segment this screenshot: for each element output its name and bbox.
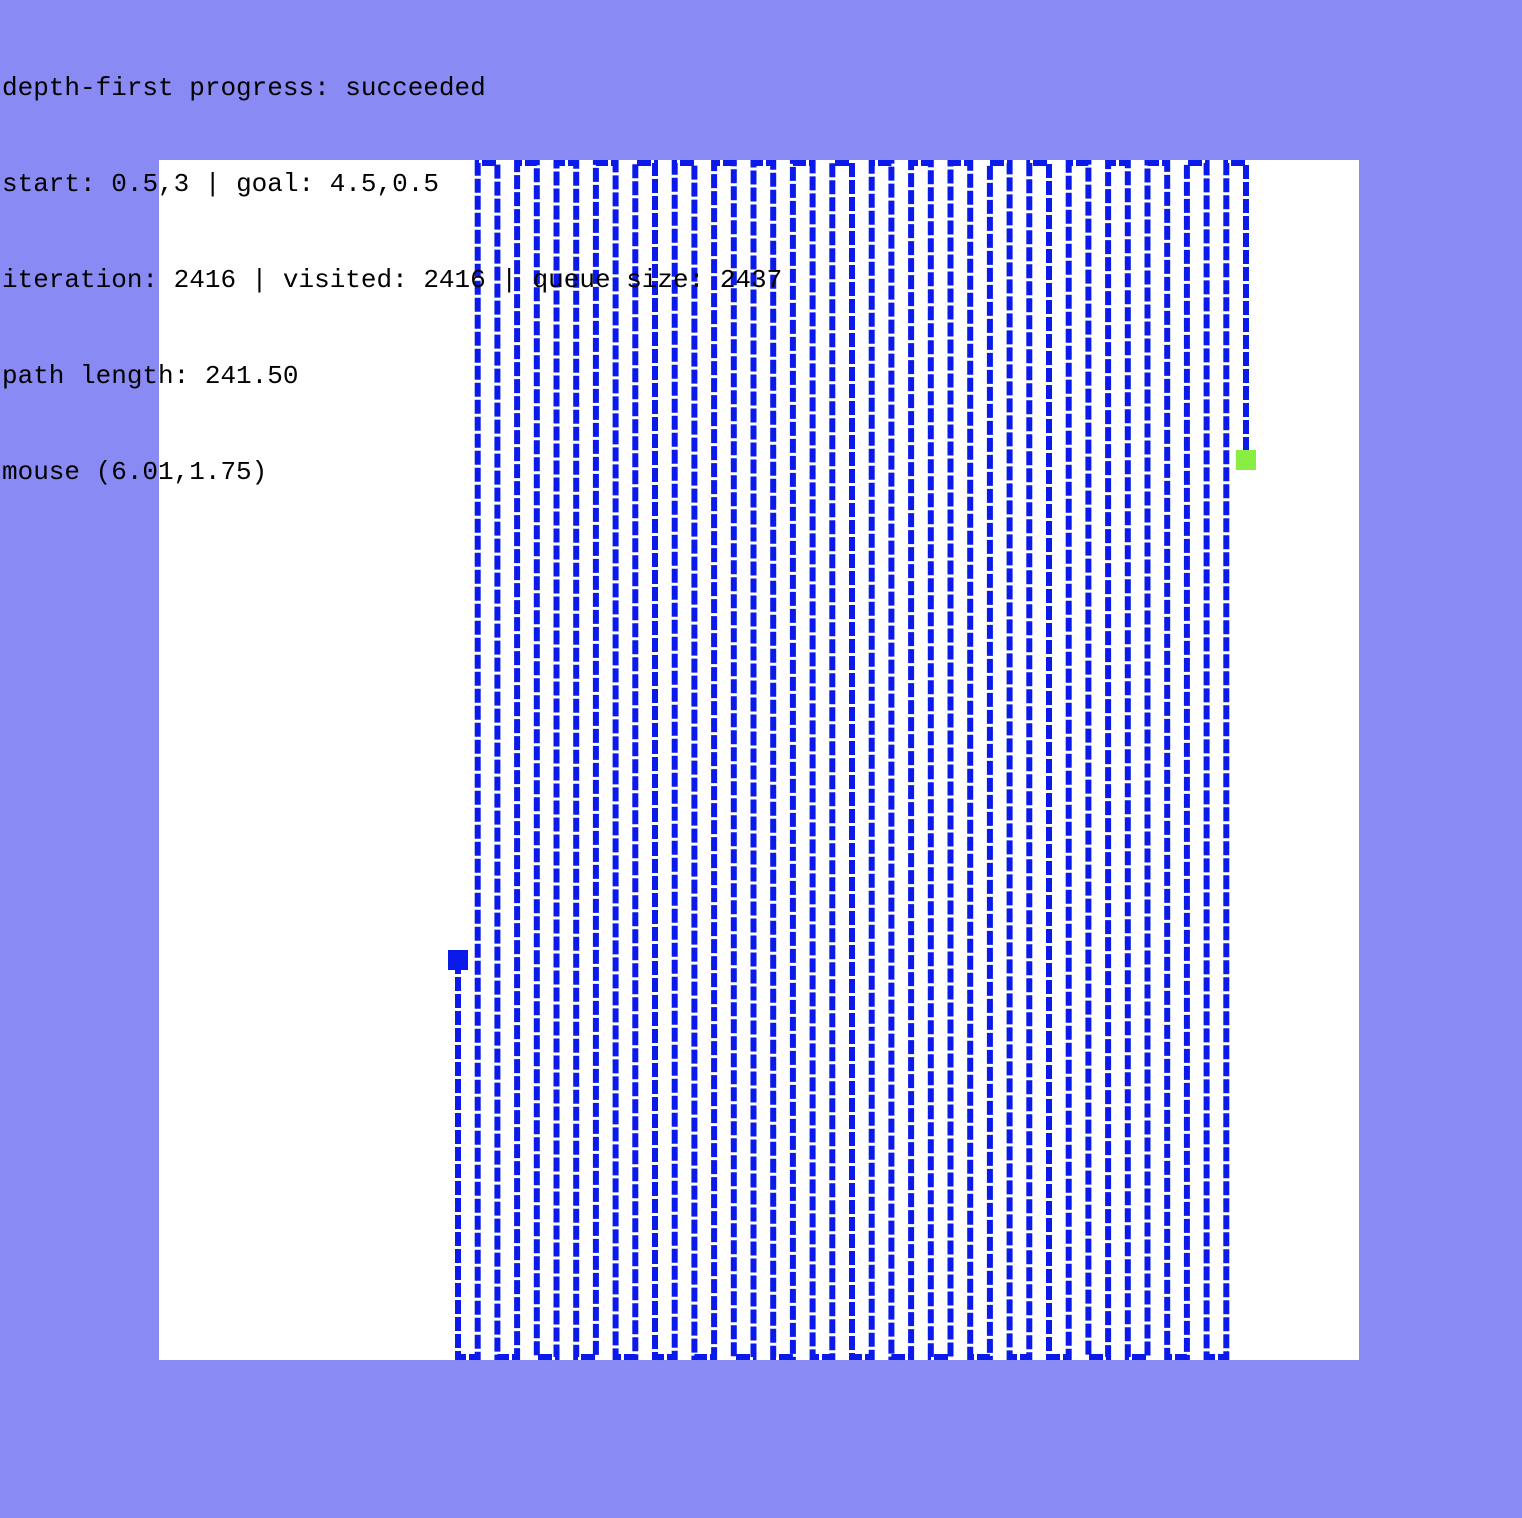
mouse-label: mouse	[2, 457, 81, 487]
path-length-value: 241.50	[204, 361, 299, 391]
iteration-value: 2416	[173, 265, 237, 295]
separator: |	[251, 265, 268, 295]
goal-label: goal:	[236, 169, 315, 199]
goal-value: 4.5,0.5	[329, 169, 439, 199]
status-line-progress: depth-first progress: succeeded	[2, 72, 782, 104]
progress-label: progress:	[189, 73, 330, 103]
status-line-endpoints: start: 0.5,3 | goal: 4.5,0.5	[2, 168, 782, 200]
status-line-path-length: path length: 241.50	[2, 360, 782, 392]
status-line-mouse: mouse (6.01,1.75)	[2, 456, 782, 488]
start-value: 0.5,3	[111, 169, 190, 199]
visited-value: 2416	[423, 265, 486, 295]
queue-size-label: queue size:	[532, 265, 705, 295]
start-marker	[448, 950, 468, 970]
path-length-label: path length:	[2, 361, 190, 391]
status-panel: depth-first progress: succeeded start: 0…	[2, 8, 782, 520]
separator: |	[501, 265, 517, 295]
visited-label: visited:	[282, 265, 408, 295]
start-label: start:	[2, 169, 96, 199]
status-line-counts: iteration: 2416 | visited: 2416 | queue …	[2, 264, 782, 296]
separator: |	[204, 169, 221, 199]
iteration-label: iteration:	[2, 265, 159, 295]
goal-marker	[1236, 450, 1256, 470]
mouse-coordinates: (6.01,1.75)	[95, 457, 268, 487]
queue-size-value: 2437	[719, 265, 783, 295]
algorithm-name: depth-first	[2, 73, 174, 103]
progress-value: succeeded	[345, 73, 486, 103]
